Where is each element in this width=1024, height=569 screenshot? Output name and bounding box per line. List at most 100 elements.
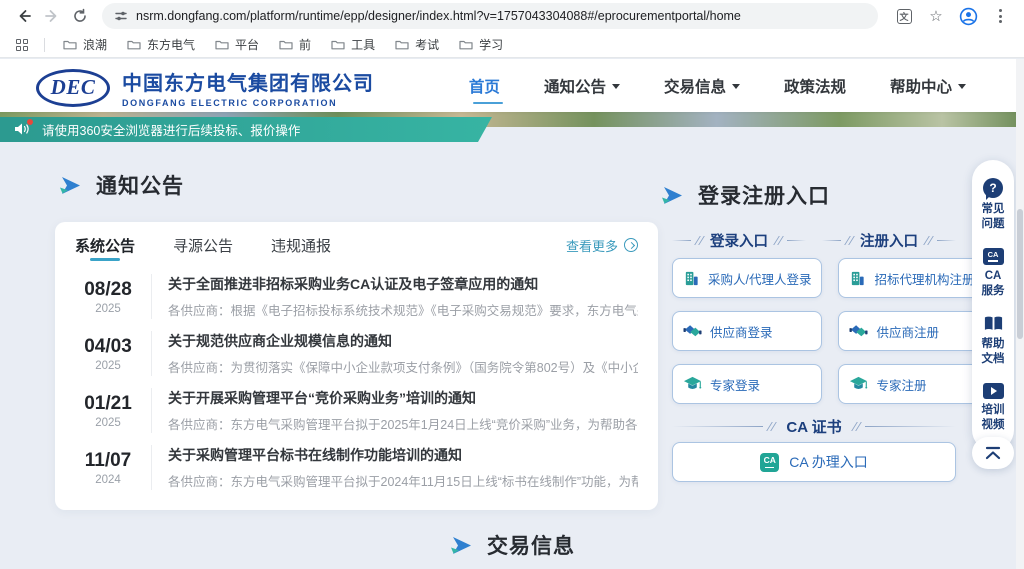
nav-item-trade-info[interactable]: 交易信息 <box>664 59 740 112</box>
faq-item[interactable]: ? 常见问题 <box>979 172 1007 242</box>
quickbar-label: 帮助文档 <box>979 337 1007 367</box>
handshake-icon <box>683 324 702 338</box>
chevron-down-icon <box>732 84 740 89</box>
section-title-text: 交易信息 <box>487 530 575 560</box>
quick-sidebar: ? 常见问题 CA CA服务 帮助文档 培训视频 <box>972 160 1014 451</box>
bookmark-folder[interactable]: 工具 <box>323 33 383 56</box>
quickbar-label: 常见问题 <box>979 202 1007 232</box>
bookmark-folder[interactable]: 前 <box>271 33 319 56</box>
ca-apply-entry-button[interactable]: CA CA 办理入口 <box>672 442 956 482</box>
tab-violation-reports[interactable]: 违规通报 <box>271 222 331 268</box>
building-icon <box>683 270 700 287</box>
notice-summary: 各供应商：根据《电子招标投标系统技术规范》《电子采购交易规范》要求，东方电气采购… <box>168 300 638 319</box>
bookmark-folder[interactable]: 考试 <box>387 33 447 56</box>
handshake-icon <box>849 324 868 338</box>
tab-system-notices[interactable]: 系统公告 <box>75 222 135 268</box>
notice-title: 关于规范供应商企业规模信息的通知 <box>168 331 638 351</box>
speaker-icon <box>14 122 32 138</box>
divider <box>672 240 691 241</box>
scrollbar-track <box>1016 59 1024 569</box>
site-logo[interactable]: DEC 中国东方电气集团有限公司 DONGFANG ELECTRIC CORPO… <box>36 67 374 108</box>
tab-sourcing-notices[interactable]: 寻源公告 <box>173 222 233 268</box>
bookmark-folder[interactable]: 浪潮 <box>55 33 115 56</box>
address-bar[interactable]: nsrm.dongfang.com/platform/runtime/epp/d… <box>102 3 878 29</box>
notification-dot <box>27 119 33 125</box>
folder-icon <box>215 39 229 50</box>
divider <box>672 426 763 427</box>
notice-card: 系统公告 寻源公告 违规通报 查看更多 08/282025 关于全面推进非招标采… <box>55 222 658 510</box>
collapse-to-top-button[interactable] <box>972 437 1014 469</box>
nav-label: 通知公告 <box>544 75 606 97</box>
apps-grid-icon[interactable] <box>16 39 28 51</box>
bookmark-folder[interactable]: 东方电气 <box>119 33 203 56</box>
nav-item-home[interactable]: 首页 <box>469 59 500 112</box>
browser-toolbar: nsrm.dongfang.com/platform/runtime/epp/d… <box>0 0 1024 32</box>
divider <box>822 240 841 241</box>
ca-badge-text: CA <box>764 456 776 465</box>
notice-year: 2025 <box>75 303 141 315</box>
nav-label: 首页 <box>469 75 500 97</box>
slash-decor <box>924 236 933 245</box>
purchaser-agent-login-button[interactable]: 采购人/代理人登录 <box>672 258 822 298</box>
scrollbar-thumb[interactable] <box>1017 209 1023 339</box>
nav-item-notices[interactable]: 通知公告 <box>544 59 620 112</box>
bookmark-folder[interactable]: 学习 <box>451 33 511 56</box>
browser-menu-icon[interactable] <box>986 2 1014 30</box>
nav-item-policies[interactable]: 政策法规 <box>784 59 846 112</box>
ca-card-icon: CA <box>983 248 1004 265</box>
forward-icon[interactable] <box>38 2 66 30</box>
notice-list-item[interactable]: 04/032025 关于规范供应商企业规模信息的通知各供应商：为贯彻落实《保障中… <box>75 325 638 382</box>
trade-section-title: 交易信息 <box>0 530 1024 560</box>
view-more-link[interactable]: 查看更多 <box>566 236 638 255</box>
entry-buttons: 采购人/代理人登录 招标代理机构注册 供应商登录 供应商注册 专家登录 专家注册 <box>672 258 956 404</box>
notice-summary: 各供应商：东方电气采购管理平台拟于2025年1月24日上线“竞价采购”业务，为帮… <box>168 414 638 433</box>
button-label: 专家登录 <box>710 375 760 394</box>
notice-year: 2024 <box>75 474 141 486</box>
nav-item-help-center[interactable]: 帮助中心 <box>890 59 966 112</box>
training-videos-item[interactable]: 培训视频 <box>979 377 1007 443</box>
bookmark-label: 学习 <box>479 36 503 53</box>
section-arrow-icon <box>660 186 684 205</box>
section-title-text: 登录注册入口 <box>698 180 830 210</box>
slash-decor <box>845 236 854 245</box>
ca-header-text: CA 证书 <box>780 416 847 437</box>
expert-login-button[interactable]: 专家登录 <box>672 364 822 404</box>
bidding-agency-register-button[interactable]: 招标代理机构注册 <box>838 258 985 298</box>
translate-icon[interactable]: 文 <box>890 2 918 30</box>
bookmark-label: 考试 <box>415 36 439 53</box>
profile-avatar-icon[interactable] <box>954 2 982 30</box>
bookmark-star-icon[interactable]: ☆ <box>922 2 950 30</box>
help-docs-item[interactable]: 帮助文档 <box>979 309 1007 377</box>
back-icon[interactable] <box>10 2 38 30</box>
supplier-login-button[interactable]: 供应商登录 <box>672 311 822 351</box>
notice-year: 2025 <box>75 360 141 372</box>
folder-icon <box>395 39 409 50</box>
button-label: CA 办理入口 <box>789 452 868 472</box>
slash-decor <box>774 236 783 245</box>
notice-list-item[interactable]: 11/072024 关于采购管理平台标书在线制作功能培训的通知各供应商：东方电气… <box>75 439 638 496</box>
login-section-title: 登录注册入口 <box>660 180 830 210</box>
graduation-cap-icon <box>849 376 868 392</box>
bookmark-folder[interactable]: 平台 <box>207 33 267 56</box>
reload-icon[interactable] <box>66 2 94 30</box>
announcement-ticker: 请使用360安全浏览器进行后续投标、报价操作 <box>0 117 492 142</box>
divider <box>44 38 45 52</box>
notice-list-item[interactable]: 01/212025 关于开展采购管理平台“竞价采购业务”培训的通知各供应商：东方… <box>75 382 638 439</box>
ca-certificate-header: CA 证书 <box>672 416 956 437</box>
notice-tabs: 系统公告 寻源公告 违规通报 查看更多 <box>75 222 638 268</box>
button-label: 招标代理机构注册 <box>874 269 974 288</box>
folder-icon <box>279 39 293 50</box>
site-settings-icon[interactable] <box>114 9 128 23</box>
expert-register-button[interactable]: 专家注册 <box>838 364 985 404</box>
login-header-text: 登录入口 <box>708 230 770 251</box>
ca-service-item[interactable]: CA CA服务 <box>979 242 1007 309</box>
register-header: 注册入口 <box>822 230 956 251</box>
notice-list-item[interactable]: 08/282025 关于全面推进非招标采购业务CA认证及电子签章应用的通知各供应… <box>75 268 638 325</box>
slash-decor <box>767 422 776 431</box>
button-label: 专家注册 <box>876 375 926 394</box>
ca-badge-icon: CA <box>760 453 779 472</box>
ticker-text: 请使用360安全浏览器进行后续投标、报价操作 <box>42 120 300 139</box>
main-nav: 首页 通知公告 交易信息 政策法规 帮助中心 <box>469 59 966 112</box>
supplier-register-button[interactable]: 供应商注册 <box>838 311 985 351</box>
url-text[interactable]: nsrm.dongfang.com/platform/runtime/epp/d… <box>136 9 741 23</box>
